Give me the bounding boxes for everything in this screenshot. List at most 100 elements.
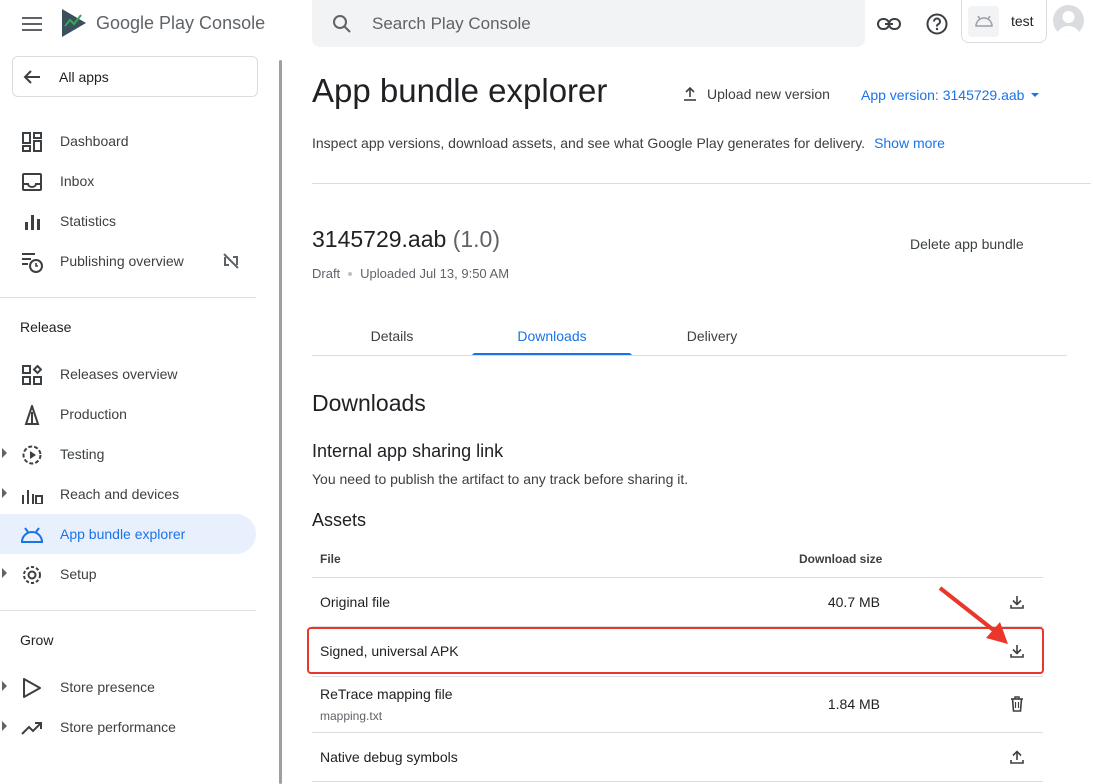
- search-icon: [333, 14, 351, 33]
- upload-label: Upload new version: [707, 86, 830, 102]
- delete-icon[interactable]: [1007, 694, 1027, 714]
- reach-icon: [21, 484, 43, 506]
- delete-app-bundle-button[interactable]: Delete app bundle: [910, 236, 1024, 252]
- bundle-version: (1.0): [452, 226, 500, 252]
- releases-icon: [21, 364, 43, 386]
- android-app-icon: [968, 5, 999, 37]
- sidebar-item-label: Reach and devices: [60, 486, 180, 502]
- sidebar: All apps Dashboard Inbox Statistics Publ…: [0, 48, 280, 784]
- search-input[interactable]: [372, 13, 772, 34]
- sidebar-item-releases-overview[interactable]: Releases overview: [0, 354, 256, 394]
- sidebar-divider: [0, 297, 256, 298]
- sidebar-item-store-presence[interactable]: Store presence: [0, 667, 256, 707]
- tabs-divider: [312, 355, 1067, 356]
- row-file-subtitle: mapping.txt: [320, 709, 383, 723]
- tab-details[interactable]: Details: [312, 316, 472, 356]
- sidebar-item-label: Store presence: [60, 679, 155, 695]
- expand-caret-icon[interactable]: [2, 448, 7, 458]
- section-title-grow: Grow: [20, 632, 54, 648]
- sidebar-item-app-bundle-explorer[interactable]: App bundle explorer: [0, 514, 256, 554]
- expand-caret-icon[interactable]: [2, 568, 7, 578]
- column-header-file: File: [320, 552, 341, 566]
- sync-off-icon[interactable]: [222, 252, 240, 273]
- sharing-note: You need to publish the artifact to any …: [312, 471, 689, 487]
- row-file-name: Original file: [320, 594, 391, 610]
- separator-dot: [348, 271, 353, 276]
- row-divider: [312, 732, 1043, 733]
- sidebar-item-label: Production: [60, 406, 127, 422]
- upload-new-version-button[interactable]: Upload new version: [683, 86, 830, 102]
- assets-heading: Assets: [312, 510, 367, 530]
- publishing-icon: [21, 251, 43, 273]
- version-label: App version: 3145729.aab: [861, 87, 1025, 103]
- upload-icon[interactable]: [1007, 747, 1027, 767]
- tab-downloads[interactable]: Downloads: [472, 316, 632, 356]
- bar-chart-icon: [21, 211, 43, 233]
- sidebar-item-reach-and-devices[interactable]: Reach and devices: [0, 474, 256, 514]
- gear-icon: [21, 564, 43, 586]
- account-switcher[interactable]: test: [961, 0, 1047, 43]
- sidebar-item-label: Publishing overview: [60, 253, 184, 269]
- bundle-title: 3145729.aab (1.0): [312, 226, 500, 253]
- dashboard-icon: [21, 131, 43, 153]
- chevron-down-icon: [1031, 93, 1040, 97]
- row-file-size: 1.84 MB: [827, 696, 880, 712]
- section-title-release: Release: [20, 319, 72, 335]
- all-apps-button[interactable]: All apps: [12, 56, 258, 97]
- row-file-name: ReTrace mapping file: [320, 686, 453, 702]
- sidebar-divider: [0, 610, 256, 611]
- avatar[interactable]: [1053, 5, 1084, 36]
- upload-icon: [684, 87, 696, 101]
- testing-icon: [21, 444, 43, 466]
- sidebar-item-label: Statistics: [60, 213, 117, 229]
- store-presence-icon: [21, 677, 43, 699]
- sharing-heading: Internal app sharing link: [312, 441, 504, 461]
- account-name: test: [1011, 13, 1034, 29]
- sidebar-item-label: Inbox: [60, 173, 95, 189]
- sidebar-scrollbar[interactable]: [279, 60, 282, 784]
- sidebar-item-inbox[interactable]: Inbox: [0, 161, 256, 201]
- app-version-dropdown[interactable]: App version: 3145729.aab: [861, 87, 1040, 103]
- sidebar-item-label: Setup: [60, 566, 97, 582]
- page-description: Inspect app versions, download assets, a…: [312, 135, 945, 151]
- description-text: Inspect app versions, download assets, a…: [312, 135, 866, 151]
- red-arrow-annotation: [930, 580, 1010, 655]
- show-more-link[interactable]: Show more: [874, 135, 945, 151]
- search-bar[interactable]: [312, 0, 865, 47]
- downloads-heading: Downloads: [312, 390, 426, 416]
- menu-icon[interactable]: [20, 12, 44, 36]
- row-divider: [312, 676, 1043, 677]
- link-icon[interactable]: [876, 11, 902, 37]
- sidebar-item-dashboard[interactable]: Dashboard: [0, 121, 256, 161]
- play-console-logo[interactable]: Google Play Console: [60, 6, 265, 40]
- sidebar-item-setup[interactable]: Setup: [0, 554, 256, 594]
- bundle-meta: Draft Uploaded Jul 13, 9:50 AM: [312, 266, 509, 281]
- page-title: App bundle explorer: [312, 72, 608, 109]
- sidebar-item-label: Testing: [60, 446, 105, 462]
- sidebar-item-testing[interactable]: Testing: [0, 434, 256, 474]
- sidebar-item-production[interactable]: Production: [0, 394, 256, 434]
- column-header-size: Download size: [799, 552, 883, 566]
- all-apps-label: All apps: [59, 68, 109, 85]
- android-icon: [21, 524, 43, 546]
- sidebar-item-label: App bundle explorer: [60, 526, 186, 542]
- tab-delivery[interactable]: Delivery: [632, 316, 792, 356]
- sidebar-item-statistics[interactable]: Statistics: [0, 201, 256, 241]
- status-badge: Draft: [312, 266, 341, 281]
- sidebar-item-publishing-overview[interactable]: Publishing overview: [0, 241, 256, 281]
- expand-caret-icon[interactable]: [2, 681, 7, 691]
- expand-caret-icon[interactable]: [2, 721, 7, 731]
- brand-name: Google Play Console: [96, 12, 266, 33]
- inbox-icon: [21, 171, 43, 193]
- header-divider: [312, 183, 1091, 184]
- row-file-size: 40.7 MB: [827, 594, 880, 610]
- uploaded-time: Uploaded Jul 13, 9:50 AM: [360, 266, 510, 281]
- download-icon[interactable]: [1007, 592, 1027, 612]
- row-file-name: Native debug symbols: [320, 749, 458, 765]
- expand-caret-icon[interactable]: [2, 488, 7, 498]
- sidebar-item-store-performance[interactable]: Store performance: [0, 707, 256, 747]
- play-console-logo-icon: [62, 9, 86, 37]
- help-icon[interactable]: [924, 11, 950, 37]
- trending-icon: [21, 717, 43, 739]
- table-divider: [312, 577, 1043, 578]
